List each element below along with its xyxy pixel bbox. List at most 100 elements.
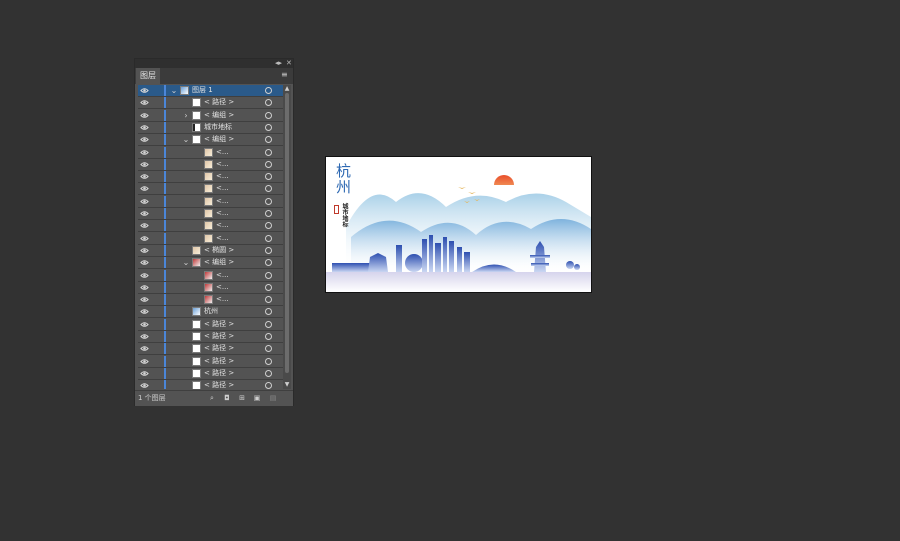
layer-row[interactable]: › < 编组 > (138, 109, 283, 122)
close-icon[interactable]: ✕ (286, 59, 292, 68)
target-circle-icon[interactable] (265, 357, 272, 365)
tab-layers[interactable]: 图层 (136, 68, 160, 84)
layer-row[interactable]: < 路径 > (138, 355, 283, 368)
scroll-up-icon[interactable]: ▲ (283, 85, 291, 93)
visibility-eye-icon[interactable] (140, 148, 149, 157)
layer-row[interactable]: < 路径 > (138, 97, 283, 110)
visibility-eye-icon[interactable] (140, 258, 149, 267)
layer-row[interactable]: < 椭圆 > (138, 244, 283, 257)
target-circle-icon[interactable] (265, 308, 272, 316)
visibility-eye-icon[interactable] (140, 184, 149, 193)
layer-row[interactable]: ⌄ 图层 1 (138, 85, 283, 97)
target-circle-icon[interactable] (265, 296, 272, 304)
layer-row[interactable]: 城市地标 (138, 121, 283, 134)
target-circle-icon[interactable] (265, 259, 272, 267)
target-circle-icon[interactable] (265, 173, 272, 181)
target-circle-icon[interactable] (265, 210, 272, 217)
scroll-down-icon[interactable]: ▼ (283, 381, 291, 389)
layer-thumbnail (204, 233, 213, 243)
visibility-eye-icon[interactable] (140, 160, 149, 169)
layer-row[interactable]: <... (138, 183, 283, 196)
layer-row[interactable]: ⌄ < 编组 > (138, 134, 283, 147)
visibility-eye-icon[interactable] (140, 123, 149, 132)
layer-row[interactable]: <... (138, 208, 283, 220)
target-circle-icon[interactable] (265, 148, 272, 156)
layer-row[interactable]: < 路径 > (138, 380, 283, 389)
target-circle-icon[interactable] (265, 185, 272, 193)
target-circle-icon[interactable] (265, 136, 272, 144)
target-circle-icon[interactable] (265, 197, 272, 205)
layer-label: < 椭圆 > (204, 245, 235, 254)
visibility-eye-icon[interactable] (140, 320, 149, 329)
layer-row[interactable]: <... (138, 171, 283, 184)
collapse-arrow-icon[interactable]: ⌄ (182, 257, 190, 268)
visibility-eye-icon[interactable] (140, 221, 149, 230)
target-circle-icon[interactable] (265, 271, 272, 279)
layer-color-bar (164, 306, 166, 318)
layer-row[interactable]: < 路径 > (138, 331, 283, 343)
target-circle-icon[interactable] (265, 369, 272, 377)
visibility-eye-icon[interactable] (140, 295, 149, 304)
locate-object-icon[interactable]: ⌕ (208, 394, 216, 402)
visibility-eye-icon[interactable] (140, 283, 149, 292)
layer-row[interactable]: ⌄ < 编组 > (138, 257, 283, 270)
layer-row[interactable]: <... (138, 195, 283, 208)
target-circle-icon[interactable] (265, 99, 272, 107)
collapse-icon[interactable]: ◂▸ (275, 59, 282, 68)
artboard[interactable]: 杭州 城市地标 (325, 156, 592, 293)
layer-label: <... (216, 196, 229, 205)
visibility-eye-icon[interactable] (140, 271, 149, 280)
visibility-eye-icon[interactable] (140, 369, 149, 378)
panel-menu-icon[interactable]: ≡ (281, 70, 289, 80)
new-layer-icon[interactable]: ▣ (253, 394, 261, 402)
target-circle-icon[interactable] (265, 246, 272, 254)
target-circle-icon[interactable] (265, 111, 272, 119)
layer-label: < 路径 > (204, 332, 235, 340)
visibility-eye-icon[interactable] (140, 246, 149, 255)
visibility-eye-icon[interactable] (140, 197, 149, 206)
target-circle-icon[interactable] (265, 222, 272, 230)
layer-row[interactable]: < 路径 > (138, 343, 283, 356)
visibility-eye-icon[interactable] (140, 135, 149, 144)
target-circle-icon[interactable] (265, 320, 272, 328)
panel-title-bar[interactable]: ◂▸ ✕ (135, 59, 293, 68)
visibility-eye-icon[interactable] (140, 111, 149, 120)
layer-row[interactable]: < 路径 > (138, 367, 283, 380)
visibility-eye-icon[interactable] (140, 98, 149, 107)
layer-row[interactable]: <... (138, 220, 283, 233)
delete-icon[interactable]: ▤ (269, 394, 277, 402)
visibility-eye-icon[interactable] (140, 357, 149, 366)
target-circle-icon[interactable] (265, 123, 272, 131)
target-circle-icon[interactable] (265, 333, 272, 340)
visibility-eye-icon[interactable] (140, 307, 149, 316)
target-circle-icon[interactable] (265, 283, 272, 291)
collapse-arrow-icon[interactable]: ⌄ (170, 85, 178, 96)
target-circle-icon[interactable] (265, 382, 272, 389)
make-clipping-mask-icon[interactable]: ◘ (223, 394, 231, 402)
collapse-arrow-icon[interactable]: ⌄ (182, 134, 190, 145)
layer-row[interactable]: <... (138, 294, 283, 307)
visibility-eye-icon[interactable] (140, 209, 149, 218)
layer-row[interactable]: 杭州 (138, 306, 283, 319)
visibility-eye-icon[interactable] (140, 381, 149, 389)
scroll-thumb[interactable] (285, 93, 289, 373)
visibility-eye-icon[interactable] (140, 344, 149, 353)
artwork-illustration (326, 175, 591, 292)
visibility-eye-icon[interactable] (140, 332, 149, 341)
new-sublayer-icon[interactable]: ⊞ (238, 394, 246, 402)
target-circle-icon[interactable] (265, 160, 272, 168)
layer-row[interactable]: <... (138, 269, 283, 282)
expand-arrow-icon[interactable]: › (182, 110, 190, 121)
layer-row[interactable]: <... (138, 146, 283, 159)
layer-row[interactable]: <... (138, 281, 283, 294)
layer-row[interactable]: <... (138, 232, 283, 245)
visibility-eye-icon[interactable] (140, 172, 149, 181)
target-circle-icon[interactable] (265, 345, 272, 353)
scrollbar[interactable]: ▲ ▼ (283, 85, 291, 389)
target-circle-icon[interactable] (265, 87, 272, 94)
visibility-eye-icon[interactable] (140, 86, 149, 95)
layer-row[interactable]: <... (138, 158, 283, 171)
layer-row[interactable]: < 路径 > (138, 318, 283, 331)
visibility-eye-icon[interactable] (140, 234, 149, 243)
target-circle-icon[interactable] (265, 234, 272, 242)
